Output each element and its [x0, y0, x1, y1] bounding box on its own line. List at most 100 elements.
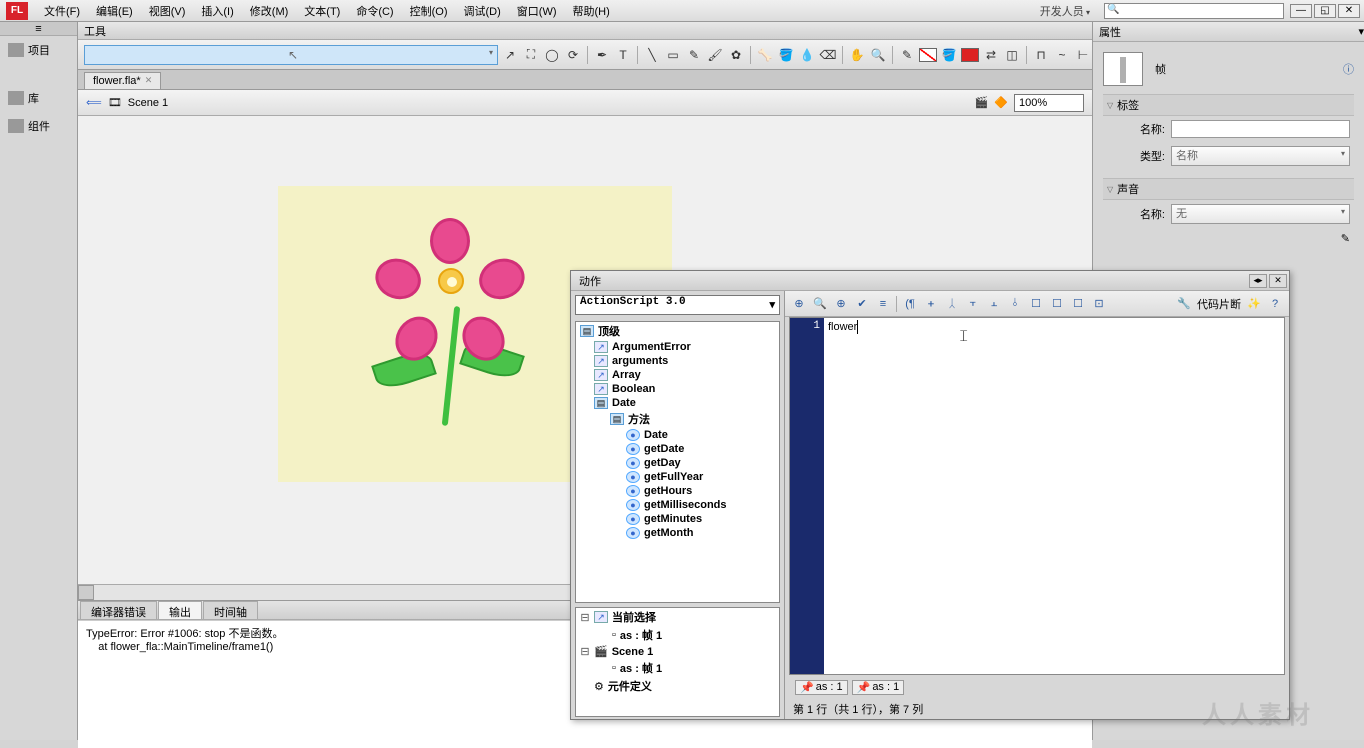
fill-color[interactable] — [961, 48, 979, 62]
selection-tool[interactable]: ↖ — [84, 45, 498, 65]
script-assist-icon[interactable]: 🔧 — [1176, 296, 1192, 312]
section-label[interactable]: 标签 — [1103, 94, 1354, 116]
help-icon[interactable]: ? — [1267, 296, 1283, 312]
actions-collapse-icon[interactable]: ◂▸ — [1249, 274, 1267, 288]
check-syntax-icon[interactable]: ✔ — [854, 296, 870, 312]
free-transform-tool[interactable]: ⛶ — [522, 46, 540, 64]
code-editor[interactable]: 1 flower 𝙸 — [789, 317, 1285, 675]
developer-dropdown[interactable]: 开发人员 — [1032, 1, 1098, 21]
sidebar-item-project[interactable]: 项目 — [0, 36, 77, 64]
stroke-color-icon[interactable]: ✎ — [898, 46, 916, 64]
left-collapse-handle[interactable]: ≡ — [0, 22, 77, 36]
uncomment-icon[interactable]: ⫰ — [1007, 296, 1023, 312]
type-select[interactable]: 名称 — [1171, 146, 1350, 166]
bone-tool[interactable]: 🦴 — [756, 46, 774, 64]
code-snippets-link[interactable]: 代码片断 — [1197, 296, 1241, 312]
show-hide-icon[interactable]: ☐ — [1070, 296, 1086, 312]
tab-compiler-errors[interactable]: 编译器错误 — [80, 601, 157, 619]
brush-tool[interactable]: 🖌 — [706, 46, 724, 64]
line-comment-icon[interactable]: ☐ — [1049, 296, 1065, 312]
info-icon[interactable]: ⓘ — [1343, 61, 1354, 77]
menu-insert[interactable]: 插入(I) — [193, 1, 241, 21]
find-icon[interactable]: 🔍 — [812, 296, 828, 312]
sidebar-item-components[interactable]: 组件 — [0, 112, 77, 140]
actionscript-version-select[interactable]: ActionScript 3.0 — [575, 295, 780, 315]
zoom-tool[interactable]: 🔍 — [869, 46, 887, 64]
swap-colors[interactable]: ⇄ — [982, 46, 1000, 64]
document-tabs: flower.fla*✕ — [78, 70, 1092, 90]
pencil-tool[interactable]: ✎ — [685, 46, 703, 64]
close-tab-icon[interactable]: ✕ — [145, 75, 153, 87]
menu-modify[interactable]: 修改(M) — [242, 1, 297, 21]
sound-select[interactable]: 无 — [1171, 204, 1350, 224]
smooth-tool[interactable]: ~ — [1053, 46, 1071, 64]
collapse-icon[interactable]: ⊟ — [580, 645, 590, 658]
target-icon[interactable]: ⊕ — [833, 296, 849, 312]
actions-close-icon[interactable]: ✕ — [1269, 274, 1287, 288]
pencil-icon[interactable]: ✎ — [1341, 232, 1350, 245]
collapse-icon[interactable]: ᛸ — [944, 296, 960, 312]
line-tool[interactable]: ╲ — [643, 46, 661, 64]
tab-output[interactable]: 输出 — [158, 601, 202, 619]
expand-icon[interactable]: ⫟ — [965, 296, 981, 312]
rectangle-tool[interactable]: ▭ — [664, 46, 682, 64]
text-tool[interactable]: T — [614, 46, 632, 64]
menu-text[interactable]: 文本(T) — [296, 1, 348, 21]
properties-header[interactable]: 属性▾ — [1093, 22, 1364, 42]
close-button[interactable]: ✕ — [1338, 4, 1360, 18]
pin-script-1[interactable]: 📌as : 1 — [795, 680, 848, 695]
scroll-left[interactable] — [78, 585, 94, 600]
lasso-tool[interactable]: ◯ — [543, 46, 561, 64]
menu-edit[interactable]: 编辑(E) — [88, 1, 141, 21]
add-icon[interactable]: ⊕ — [791, 296, 807, 312]
class-tree[interactable]: ▤顶级 ↗ArgumentError ↗arguments ↗Array ↗Bo… — [575, 321, 780, 603]
code-hint-icon[interactable]: (¶ — [902, 296, 918, 312]
section-sound[interactable]: 声音 — [1103, 178, 1354, 200]
collapse-icon[interactable]: ⊟ — [580, 611, 590, 624]
tab-timeline[interactable]: 时间轴 — [203, 601, 258, 619]
fill-color-icon[interactable]: 🪣 — [940, 46, 958, 64]
auto-format-icon[interactable]: ≡ — [875, 296, 891, 312]
debug-icon[interactable]: ᚐ — [923, 296, 939, 312]
pin-script-2[interactable]: 📌as : 1 — [852, 680, 905, 695]
menu-debug[interactable]: 调试(D) — [456, 1, 509, 21]
folder-icon: ▤ — [610, 413, 624, 425]
eyedropper-tool[interactable]: 💧 — [798, 46, 816, 64]
pen-tool[interactable]: ✒ — [593, 46, 611, 64]
panel-menu-icon[interactable]: ▾ — [1358, 25, 1364, 38]
search-input[interactable] — [1104, 3, 1284, 19]
straighten-tool[interactable]: ⊢ — [1074, 46, 1092, 64]
3d-rotation-tool[interactable]: ⟳ — [564, 46, 582, 64]
snap-tool[interactable]: ⊓ — [1032, 46, 1050, 64]
default-colors[interactable]: ◫ — [1003, 46, 1021, 64]
block-comment-icon[interactable]: ☐ — [1028, 296, 1044, 312]
menu-file[interactable]: 文件(F) — [36, 1, 88, 21]
scene-name[interactable]: Scene 1 — [128, 97, 168, 109]
deco-tool[interactable]: ✿ — [727, 46, 745, 64]
script-nav-tree[interactable]: ⊟↗当前选择 ▫as : 帧 1 ⊟🎬Scene 1 ▫as : 帧 1 ⚙元件… — [575, 607, 780, 717]
back-button[interactable]: ⟸ — [86, 96, 102, 109]
menu-command[interactable]: 命令(C) — [348, 1, 401, 21]
wand-icon[interactable]: ✨ — [1246, 296, 1262, 312]
sidebar-item-library[interactable]: 库 — [0, 84, 77, 112]
subselection-tool[interactable]: ↗ — [501, 46, 519, 64]
comment-icon[interactable]: ⫠ — [986, 296, 1002, 312]
hand-tool[interactable]: ✋ — [848, 46, 866, 64]
layer-icon: ▫ — [612, 662, 616, 674]
minimize-button[interactable]: — — [1290, 4, 1312, 18]
restore-button[interactable]: ◱ — [1314, 4, 1336, 18]
edit-symbols-icon[interactable]: 🔶 — [994, 96, 1008, 109]
pin-icon[interactable]: ⊡ — [1091, 296, 1107, 312]
stroke-color[interactable] — [919, 48, 937, 62]
eraser-tool[interactable]: ⌫ — [819, 46, 837, 64]
actions-titlebar[interactable]: 动作 ◂▸ ✕ — [571, 271, 1289, 291]
menu-view[interactable]: 视图(V) — [141, 1, 194, 21]
menu-window[interactable]: 窗口(W) — [509, 1, 565, 21]
doc-tab-flower[interactable]: flower.fla*✕ — [84, 72, 161, 89]
menu-control[interactable]: 控制(O) — [402, 1, 456, 21]
zoom-select[interactable] — [1014, 94, 1084, 112]
menu-help[interactable]: 帮助(H) — [565, 1, 618, 21]
paint-bucket-tool[interactable]: 🪣 — [777, 46, 795, 64]
edit-scene-icon[interactable]: 🎬 — [975, 96, 989, 109]
name-input[interactable] — [1171, 120, 1350, 138]
